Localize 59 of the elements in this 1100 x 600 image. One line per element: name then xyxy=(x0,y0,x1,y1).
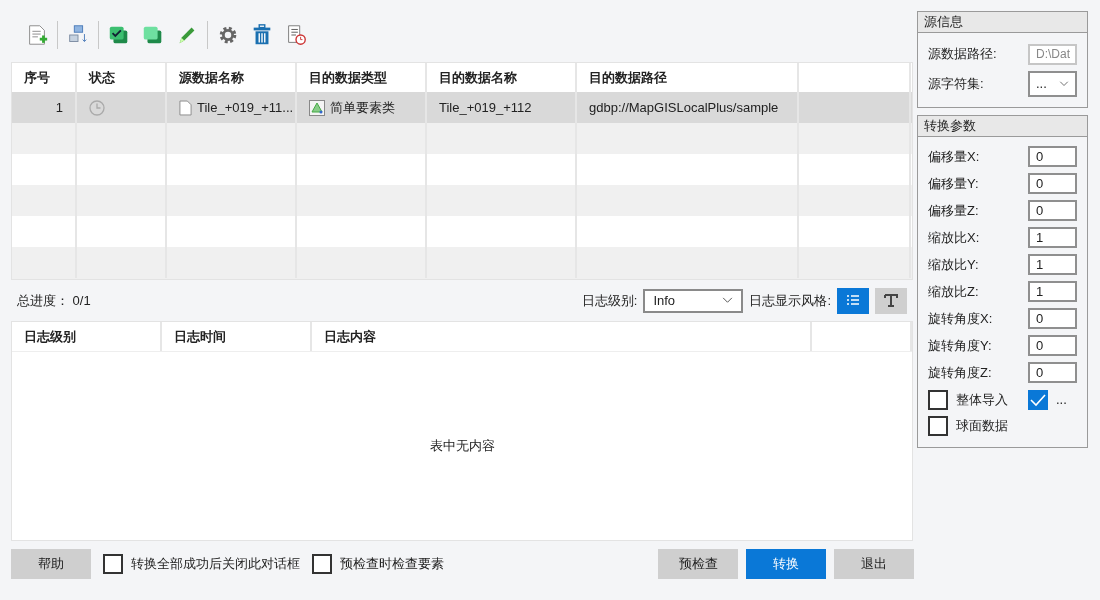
checkbox-label: 整体导入 xyxy=(956,390,1008,409)
field-label: 旋转角度Y: xyxy=(928,336,992,355)
field-label: 偏移量Y: xyxy=(928,174,979,193)
checkbox-label: ... xyxy=(1056,390,1067,409)
chevron-down-icon xyxy=(722,297,734,304)
checkbox[interactable] xyxy=(312,554,332,574)
number-field[interactable]: 1 xyxy=(1028,227,1077,248)
checkbox[interactable] xyxy=(928,389,948,410)
action-button[interactable]: 退出 xyxy=(834,549,914,579)
field-label: 源字符集: xyxy=(928,75,984,94)
table-cell-text: 1 xyxy=(55,98,63,117)
style-toggle-button[interactable] xyxy=(875,287,907,314)
table-row[interactable]: 1 Tile_+019_+11... 简单要素类 Tile_+019_+112 gdbp://MapGISLocalPlus/sample xyxy=(12,92,912,123)
table-cell-text: Tile_+019_+112 xyxy=(439,98,532,117)
number-field[interactable]: 1 xyxy=(1028,254,1077,275)
style-toggle-button[interactable] xyxy=(837,287,869,314)
progress-text: 总进度： 0/1 xyxy=(17,291,91,310)
number-field[interactable]: 0 xyxy=(1028,173,1077,194)
action-button[interactable]: 转换 xyxy=(746,549,826,579)
number-field[interactable]: 0 xyxy=(1028,200,1077,221)
column-header: 日志级别 xyxy=(12,322,162,351)
checkbox[interactable] xyxy=(1028,389,1048,410)
column-header: 日志内容 xyxy=(312,322,812,351)
group-title: 转换参数 xyxy=(918,116,1087,137)
table-cell-text: gdbp://MapGISLocalPlus/sample xyxy=(589,98,779,117)
field-label: 缩放比Z: xyxy=(928,282,979,301)
checkbox-label: 球面数据 xyxy=(956,417,1008,436)
checkbox[interactable] xyxy=(928,416,948,436)
field-label: 旋转角度X: xyxy=(928,309,993,328)
log-style-label: 日志显示风格: xyxy=(749,291,831,310)
field-label: 缩放比Y: xyxy=(928,255,979,274)
chevron-down-icon xyxy=(1059,81,1069,87)
charset-select[interactable]: ... xyxy=(1028,71,1077,97)
group-title: 源信息 xyxy=(918,12,1087,33)
table-cell-text: Tile_+019_+11... xyxy=(197,98,294,117)
checkbox[interactable] xyxy=(103,554,123,574)
log-level-select[interactable]: Info xyxy=(643,288,744,313)
field-label: 偏移量Z: xyxy=(928,201,979,220)
number-field[interactable]: 1 xyxy=(1028,281,1077,302)
log-level-label: 日志级别: xyxy=(581,291,638,310)
path-field: D:\Dat xyxy=(1028,43,1077,65)
file-icon xyxy=(179,99,192,116)
number-field[interactable]: 0 xyxy=(1028,335,1077,356)
table-cell-text: 简单要素类 xyxy=(330,98,395,117)
field-label: 偏移量X: xyxy=(928,147,980,166)
number-field[interactable]: 0 xyxy=(1028,308,1077,329)
number-field[interactable]: 0 xyxy=(1028,362,1077,383)
field-label: 源数据路径: xyxy=(928,45,997,64)
number-field[interactable]: 0 xyxy=(1028,146,1077,167)
field-label: 缩放比X: xyxy=(928,228,980,247)
checkbox-label: 转换全部成功后关闭此对话框 xyxy=(131,555,300,574)
checkbox-label: 预检查时检查要素 xyxy=(340,555,444,574)
action-button[interactable]: 预检查 xyxy=(658,549,738,579)
field-label: 旋转角度Z: xyxy=(928,363,992,382)
column-header: 日志时间 xyxy=(162,322,312,351)
empty-table-text: 表中无内容 xyxy=(429,437,495,456)
feature-class-icon xyxy=(309,99,325,116)
text-style-icon xyxy=(883,292,899,309)
help-button[interactable]: 帮助 xyxy=(11,549,91,579)
